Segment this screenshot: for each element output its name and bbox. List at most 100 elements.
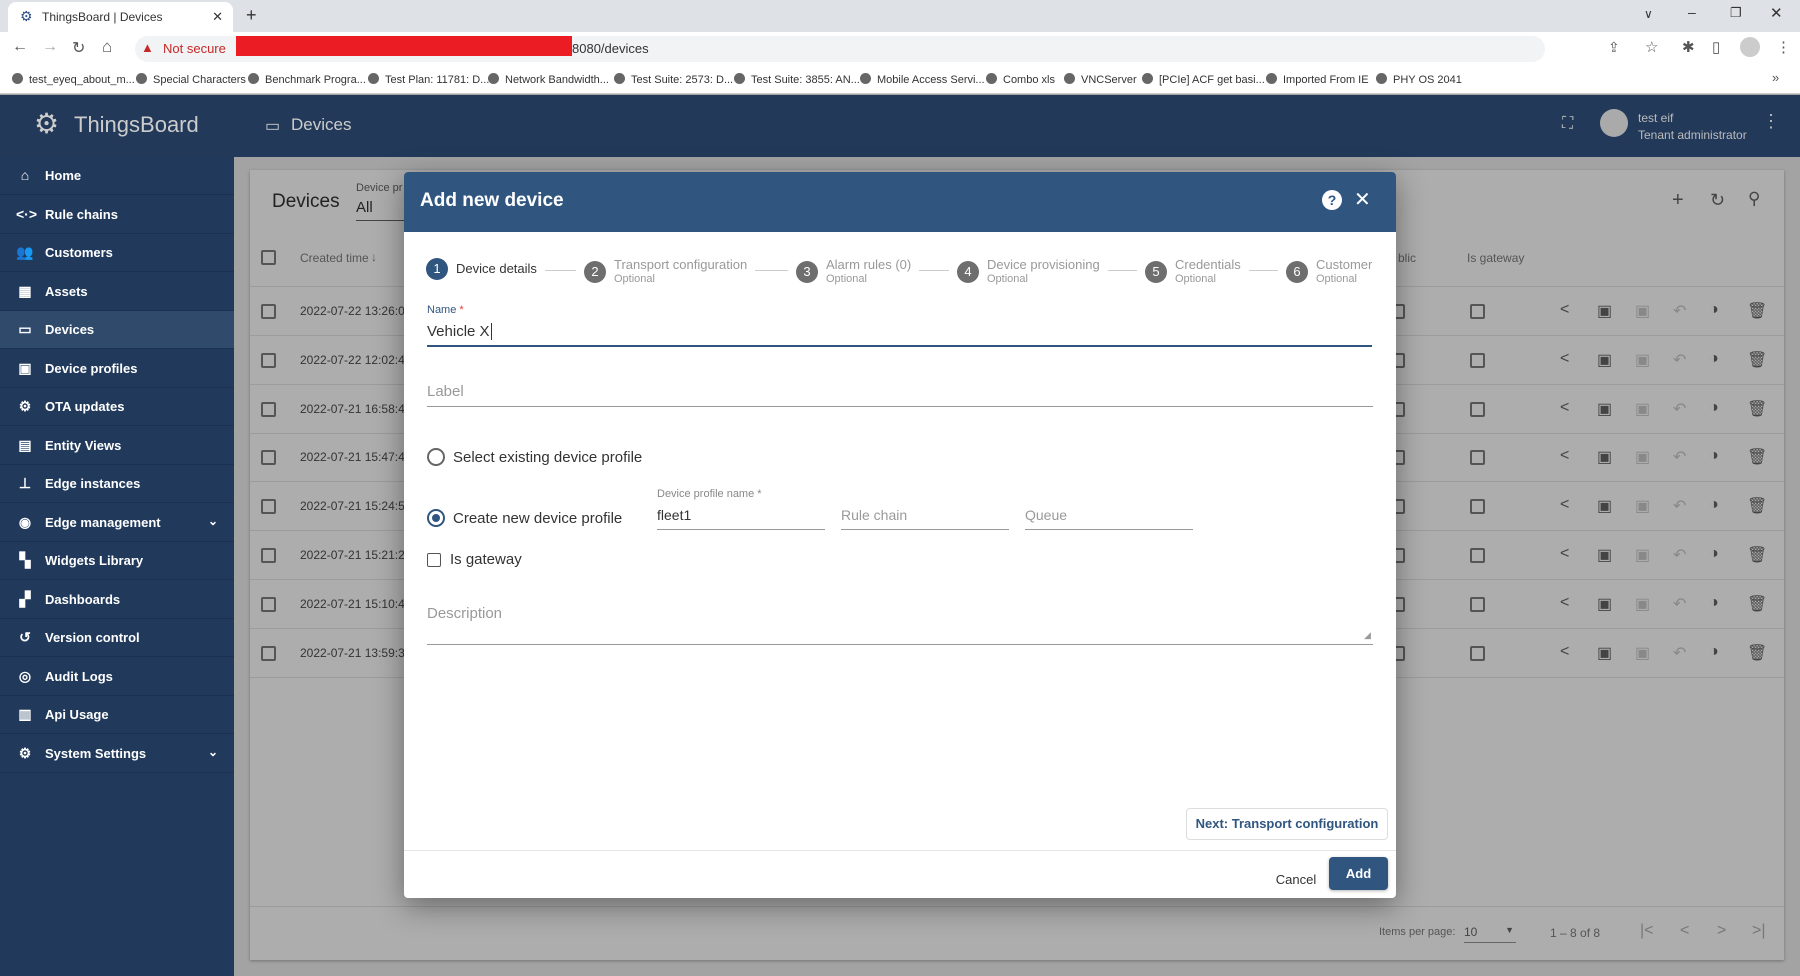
name-input[interactable]: Vehicle X [427,323,492,340]
sidebar-item-home[interactable]: ⌂ Home [0,157,234,195]
step-6[interactable]: 6 Customer Optional [1286,258,1372,286]
sidebar-item-api-usage[interactable]: ▥ Api Usage [0,696,234,734]
make-public-icon[interactable]: ↶ [1673,496,1686,516]
assign-customer-icon[interactable]: ▣ [1597,594,1612,614]
first-page-icon[interactable]: |< [1640,922,1654,940]
make-public-icon[interactable]: ↶ [1673,643,1686,663]
delete-icon[interactable]: 🗑 [1747,447,1767,467]
unassign-icon[interactable]: ▣ [1635,545,1650,565]
home-browser-icon[interactable]: ⌂ [102,37,112,57]
unassign-icon[interactable]: ▣ [1635,643,1650,663]
bookmark-item[interactable]: [PCIe] ACF get basi... [1142,73,1265,86]
bookmark-item[interactable]: PHY OS 2041 [1376,73,1462,86]
back-icon[interactable]: ← [12,38,28,56]
share-icon[interactable]: < [1560,496,1569,514]
restore-icon[interactable]: ❐ [1730,5,1742,21]
assign-customer-icon[interactable]: ▣ [1597,496,1612,516]
make-public-icon[interactable]: ↶ [1673,350,1686,370]
sidebar-item-devices[interactable]: ▭ Devices [0,311,234,349]
is-gateway-checkbox[interactable] [1470,499,1485,515]
is-gateway-checkbox[interactable] [1470,596,1485,612]
delete-icon[interactable]: 🗑 [1747,301,1767,321]
chevron-down-icon[interactable]: ⌄ [208,514,218,528]
unassign-icon[interactable]: ▣ [1635,447,1650,467]
sidebar-item-edge-instances[interactable]: ⊥ Edge instances [0,465,234,503]
make-public-icon[interactable]: ↶ [1673,301,1686,321]
step-3[interactable]: 3 Alarm rules (0) Optional [796,258,911,286]
more-vert-icon[interactable]: ⋮ [1762,111,1780,132]
delete-icon[interactable]: 🗑 [1747,399,1767,419]
assign-customer-icon[interactable]: ▣ [1597,447,1612,467]
browser-tab[interactable]: ⚙ ThingsBoard | Devices ✕ [8,2,233,32]
sidebar-item-version-control[interactable]: ↺ Version control [0,619,234,657]
is-gateway-checkbox[interactable] [1470,401,1485,417]
next-transport-configuration-button[interactable]: Next: Transport configuration [1186,808,1388,840]
bookmark-item[interactable]: Special Characters [136,73,246,86]
step-2[interactable]: 2 Transport configuration Optional [584,258,747,286]
profile-name-input[interactable]: fleet1 [657,507,691,523]
share-icon[interactable]: ⇪ [1608,39,1620,56]
side-panel-icon[interactable]: ▯ [1712,38,1720,56]
bookmark-item[interactable]: Network Bandwidth... [488,73,609,86]
sidebar-item-entity-views[interactable]: ▤ Entity Views [0,427,234,465]
unassign-icon[interactable]: ▣ [1635,399,1650,419]
row-checkbox[interactable] [261,450,276,466]
delete-icon[interactable]: 🗑 [1747,594,1767,614]
forward-icon[interactable]: → [42,38,58,56]
credentials-shield-icon[interactable]: ◑ [1709,643,1719,661]
star-icon[interactable]: ☆ [1645,38,1658,56]
row-checkbox[interactable] [261,499,276,515]
bookmark-item[interactable]: Test Plan: 11781: D... [368,73,489,86]
search-icon[interactable]: ⚲ [1748,189,1760,209]
extensions-icon[interactable]: ✱ [1682,38,1695,56]
share-icon[interactable]: < [1560,350,1569,368]
is-gateway-checkbox[interactable] [1470,548,1485,563]
chevron-down-icon[interactable]: ⌄ [208,745,218,759]
sidebar-item-system-settings[interactable]: ⚙ System Settings ⌄ [0,735,234,773]
share-icon[interactable]: < [1560,399,1569,417]
last-page-icon[interactable]: >| [1752,922,1766,940]
browser-menu-icon[interactable]: ⋮ [1776,38,1791,56]
profile-icon[interactable] [1740,37,1760,57]
credentials-shield-icon[interactable]: ◑ [1709,301,1719,319]
row-checkbox[interactable] [261,401,276,417]
sidebar-item-edge-management[interactable]: ◉ Edge management ⌄ [0,504,234,542]
sidebar-item-customers[interactable]: 👥 Customers [0,234,234,272]
queue-input[interactable]: Queue [1025,507,1067,523]
row-checkbox[interactable] [261,304,276,319]
resize-handle-icon[interactable]: ◢ [1364,630,1371,641]
cancel-button[interactable]: Cancel [1256,864,1336,896]
step-4[interactable]: 4 Device provisioning Optional [957,258,1100,286]
sidebar-item-dashboards[interactable]: ▞ Dashboards [0,581,234,619]
is-gateway-checkbox[interactable] [1470,450,1485,466]
credentials-shield-icon[interactable]: ◑ [1709,594,1719,612]
sidebar-item-widgets-library[interactable]: ▚ Widgets Library [0,542,234,580]
delete-icon[interactable]: 🗑 [1747,643,1767,663]
is-gateway-checkbox[interactable] [1470,304,1485,319]
is-gateway-checkbox[interactable] [1470,352,1485,368]
items-per-page-select[interactable]: 10 ▼ [1464,925,1516,943]
add-button[interactable]: Add [1329,857,1388,890]
credentials-shield-icon[interactable]: ◑ [1709,399,1719,417]
prev-page-icon[interactable]: < [1680,922,1689,940]
bookmark-item[interactable]: test_eyeq_about_m... [12,73,135,86]
assign-customer-icon[interactable]: ▣ [1597,399,1612,419]
refresh-icon[interactable]: ↻ [1710,190,1725,211]
share-icon[interactable]: < [1560,447,1569,465]
delete-icon[interactable]: 🗑 [1747,496,1767,516]
label-input[interactable]: Label [427,383,464,400]
assign-customer-icon[interactable]: ▣ [1597,545,1612,565]
step-5[interactable]: 5 Credentials Optional [1145,258,1241,286]
bookmark-item[interactable]: Benchmark Progra... [248,73,366,86]
sidebar-item-device-profiles[interactable]: ▣ Device profiles [0,350,234,388]
description-textarea[interactable]: Description [427,605,502,622]
bookmark-item[interactable]: Imported From IE [1266,73,1369,86]
close-window-icon[interactable]: ✕ [1770,4,1783,22]
share-icon[interactable]: < [1560,594,1569,612]
reload-icon[interactable]: ↻ [72,38,85,58]
make-public-icon[interactable]: ↶ [1673,399,1686,419]
row-checkbox[interactable] [261,548,276,563]
delete-icon[interactable]: 🗑 [1747,350,1767,370]
more-bookmarks-button[interactable]: » [1772,70,1779,85]
close-tab-icon[interactable]: ✕ [212,9,223,25]
